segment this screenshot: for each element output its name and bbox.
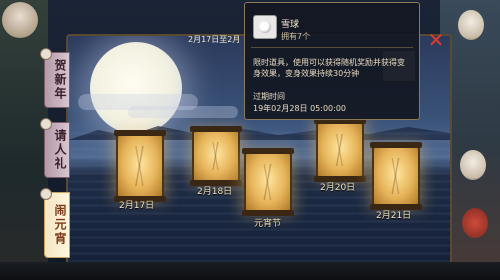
tab-invite-gift[interactable]: 请人礼 bbox=[44, 122, 70, 178]
chat-bar bbox=[0, 262, 500, 280]
left-world-background bbox=[0, 0, 48, 280]
lantern-label: 元宵节 bbox=[254, 219, 282, 229]
lantern-label: 2月18日 bbox=[197, 187, 233, 197]
tab-new-year[interactable]: 贺新年 bbox=[44, 52, 70, 108]
npc-figure bbox=[462, 208, 488, 238]
lantern-festival-day[interactable] bbox=[242, 148, 294, 216]
lantern-painting bbox=[126, 146, 154, 186]
tab-ornament-icon bbox=[40, 48, 52, 60]
lantern-day-2[interactable] bbox=[190, 126, 242, 186]
lantern-day-4[interactable] bbox=[314, 118, 366, 182]
lantern-label: 2月17日 bbox=[119, 201, 155, 211]
lantern-painting bbox=[382, 158, 410, 194]
event-date-range: 2月17日至2月 bbox=[188, 35, 241, 44]
npc-figure bbox=[458, 10, 484, 40]
item-tooltip: 雪球 拥有7个 限时道具，使用可以获得随机奖励并获得变身效果，变身效果持续30分… bbox=[244, 2, 420, 120]
expiry-label: 过期时间 bbox=[253, 92, 285, 101]
lantern-painting bbox=[254, 164, 282, 200]
game-screen: 2月17日至2月 2月17日 2月18日 元宵节 2月20日 2月21日 贺新年… bbox=[0, 0, 500, 280]
lantern-label: 2月21日 bbox=[376, 211, 412, 221]
tab-ornament-icon bbox=[40, 188, 52, 200]
tab-label: 请人礼 bbox=[53, 129, 67, 171]
divider bbox=[251, 47, 413, 48]
tab-lantern-festival[interactable]: 闹元宵 bbox=[44, 192, 70, 258]
lantern-day-1[interactable] bbox=[114, 130, 166, 202]
tab-label: 贺新年 bbox=[53, 59, 67, 101]
lantern-painting bbox=[202, 142, 230, 170]
tab-label: 闹元宵 bbox=[53, 204, 67, 246]
snowball-icon bbox=[253, 15, 277, 39]
item-owned-count: 拥有7个 bbox=[281, 32, 311, 41]
npc-figure bbox=[460, 150, 486, 180]
lantern-label: 2月20日 bbox=[320, 183, 356, 193]
lantern-day-5[interactable] bbox=[370, 142, 422, 210]
lantern-painting bbox=[326, 134, 354, 166]
character-portrait bbox=[2, 2, 38, 38]
tab-ornament-icon bbox=[40, 118, 52, 130]
expiry-value: 19年02月28日 05:00:00 bbox=[253, 104, 347, 113]
item-name: 雪球 bbox=[281, 20, 300, 30]
item-description: 限时道具，使用可以获得随机奖励并获得变身效果，变身效果持续30分钟 bbox=[253, 58, 405, 78]
close-icon[interactable]: ✕ bbox=[426, 30, 446, 50]
cloud bbox=[128, 106, 238, 118]
